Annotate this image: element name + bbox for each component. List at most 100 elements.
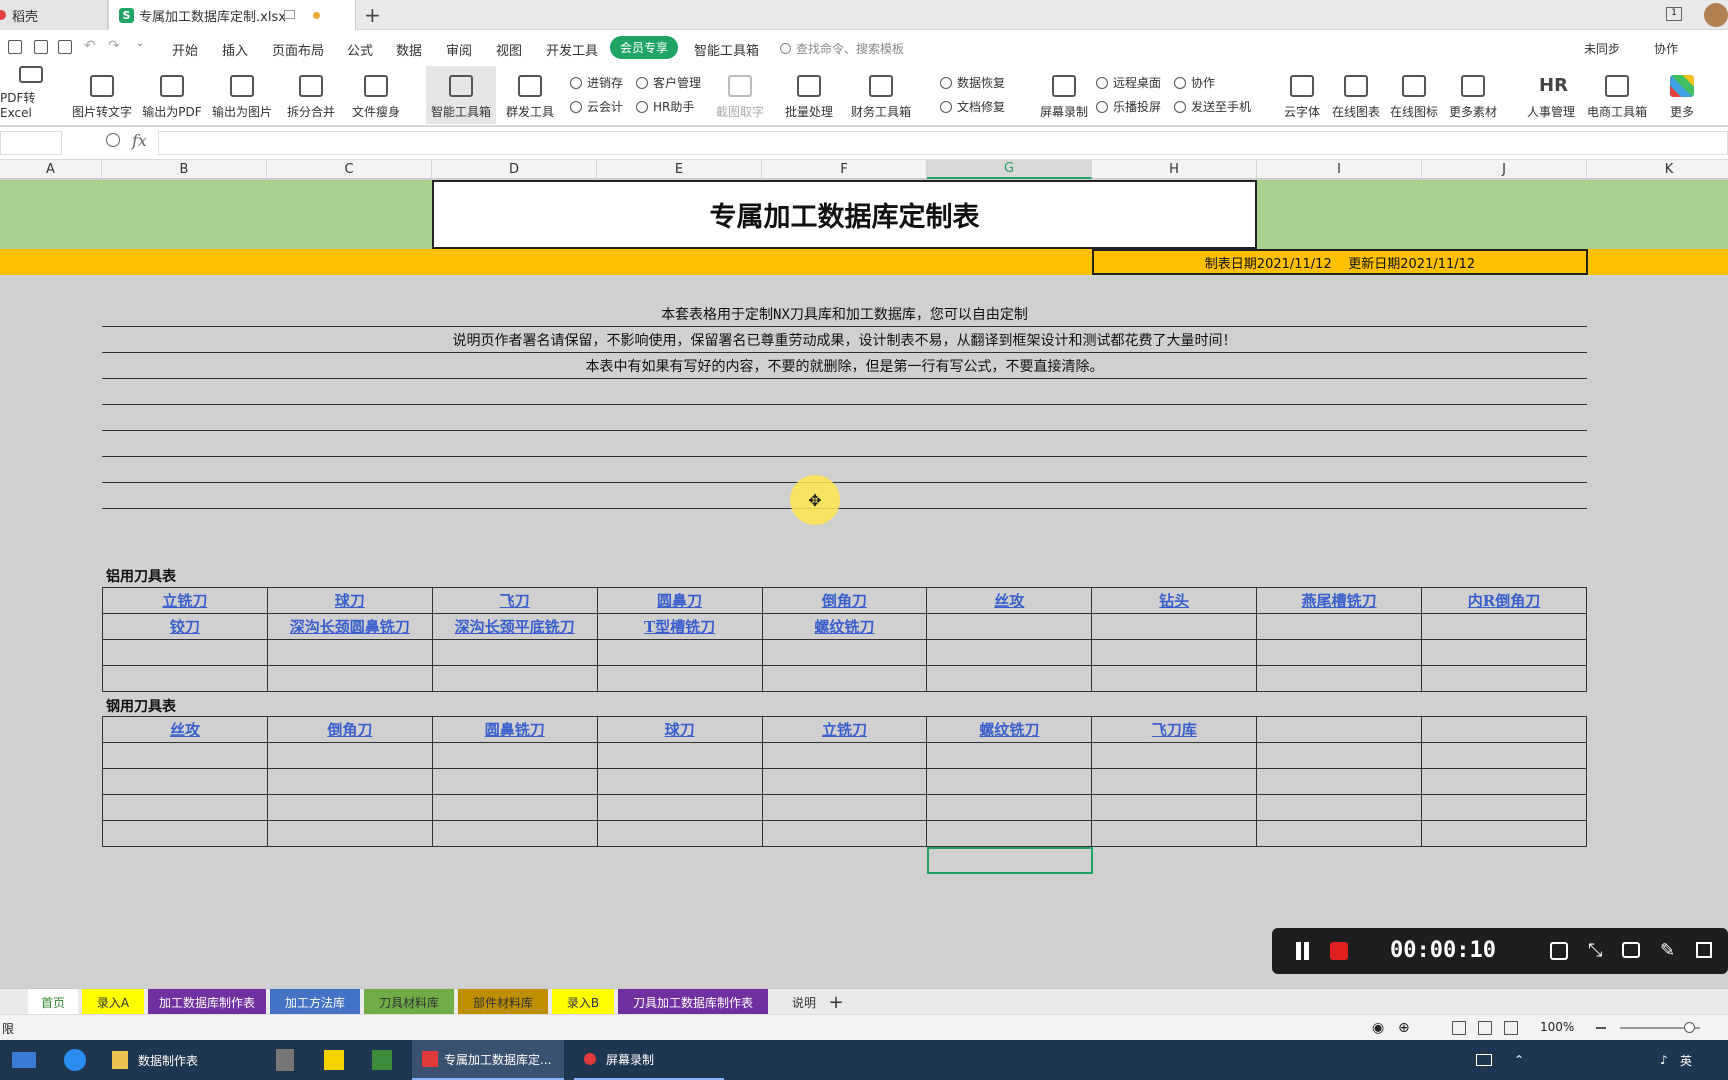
empty-cell[interactable] bbox=[266, 742, 433, 769]
sync-status[interactable]: 未同步 bbox=[1584, 40, 1620, 57]
menu-vip[interactable]: 会员专享 bbox=[610, 36, 679, 59]
remote-desktop-button[interactable]: 远程桌面 bbox=[1096, 74, 1161, 91]
command-search[interactable]: 查找命令、搜索模板 bbox=[780, 40, 904, 57]
empty-cell[interactable] bbox=[1256, 665, 1422, 692]
export-image-button[interactable]: 输出为图片 bbox=[210, 66, 274, 124]
empty-cell[interactable] bbox=[1091, 820, 1258, 847]
sheet-tab[interactable]: 刀具材料库 bbox=[364, 989, 454, 1015]
empty-cell[interactable] bbox=[266, 768, 433, 795]
eye-protection-icon[interactable]: ◉ bbox=[1372, 1020, 1384, 1036]
empty-cell[interactable] bbox=[266, 665, 433, 692]
tool-link-cell[interactable]: 立铣刀 bbox=[102, 587, 268, 614]
sheet-tab[interactable]: 首页 bbox=[28, 989, 78, 1015]
empty-cell[interactable] bbox=[266, 794, 433, 821]
note-line-2[interactable]: 说明页作者署名请保留，不影响使用，保留署名已尊重劳动成果，设计制表不易，从翻译到… bbox=[102, 330, 1587, 350]
col-header-a[interactable]: A bbox=[0, 160, 102, 179]
note-line-1[interactable]: 本套表格用于定制NX刀具库和加工数据库，您可以自由定制 bbox=[102, 304, 1587, 324]
camera-icon[interactable] bbox=[1622, 942, 1640, 958]
col-header-h[interactable]: H bbox=[1092, 160, 1257, 179]
empty-cell[interactable] bbox=[761, 768, 928, 795]
formula-input[interactable] bbox=[158, 131, 1728, 155]
menu-review[interactable]: 审阅 bbox=[446, 40, 472, 59]
page-break-view-icon[interactable] bbox=[1504, 1021, 1518, 1035]
name-box[interactable] bbox=[0, 131, 62, 155]
tool-link-cell[interactable]: 丝攻 bbox=[102, 716, 268, 743]
calculator-icon[interactable] bbox=[276, 1040, 294, 1080]
input-method-icon[interactable] bbox=[1476, 1040, 1492, 1080]
empty-cell[interactable] bbox=[431, 794, 598, 821]
menu-home[interactable]: 开始 bbox=[172, 40, 198, 59]
hr-assistant-button[interactable]: HR助手 bbox=[636, 98, 694, 115]
tab-workbook[interactable]: S 专属加工数据库定制.xlsx bbox=[108, 0, 356, 30]
tool-link-cell[interactable]: 球刀 bbox=[596, 716, 763, 743]
empty-cell[interactable] bbox=[431, 820, 598, 847]
empty-cell[interactable] bbox=[1091, 794, 1258, 821]
col-header-k[interactable]: K bbox=[1587, 160, 1728, 179]
empty-cell[interactable] bbox=[1256, 768, 1423, 795]
image-to-text-button[interactable]: 图片转文字 bbox=[70, 66, 134, 124]
empty-cell[interactable] bbox=[596, 665, 763, 692]
empty-cell[interactable] bbox=[266, 820, 433, 847]
empty-cell[interactable] bbox=[1421, 716, 1587, 743]
screenshot-ocr-button[interactable]: 截图取字 bbox=[710, 66, 770, 124]
col-header-j[interactable]: J bbox=[1422, 160, 1587, 179]
cloud-accounting-button[interactable]: 云会计 bbox=[570, 98, 623, 115]
empty-cell[interactable] bbox=[1256, 820, 1423, 847]
empty-cell[interactable] bbox=[761, 742, 928, 769]
empty-cell[interactable] bbox=[596, 794, 763, 821]
shrink-icon[interactable]: ⤡ bbox=[1588, 940, 1602, 961]
taskbar-item-workbook[interactable]: 专属加工数据库定... bbox=[412, 1040, 564, 1080]
ime-indicator[interactable]: 英 bbox=[1680, 1040, 1692, 1080]
empty-cell[interactable] bbox=[102, 742, 268, 769]
empty-cell[interactable] bbox=[596, 820, 763, 847]
empty-cell[interactable] bbox=[1091, 665, 1258, 692]
empty-cell[interactable] bbox=[926, 768, 1093, 795]
volume-icon[interactable]: ♪ bbox=[1660, 1040, 1668, 1080]
empty-cell[interactable] bbox=[102, 639, 268, 666]
empty-cell[interactable] bbox=[1421, 613, 1587, 640]
empty-cell[interactable] bbox=[926, 665, 1093, 692]
empty-cell[interactable] bbox=[431, 742, 598, 769]
app-icon[interactable] bbox=[372, 1040, 392, 1080]
file-slim-button[interactable]: 文件瘦身 bbox=[348, 66, 404, 124]
save-icon[interactable] bbox=[8, 40, 22, 54]
empty-cell[interactable] bbox=[431, 665, 598, 692]
batch-process-button[interactable]: 批量处理 bbox=[778, 66, 840, 124]
page-layout-view-icon[interactable] bbox=[1478, 1021, 1492, 1035]
avatar[interactable] bbox=[1704, 3, 1728, 27]
tool-link-cell[interactable]: 燕尾槽铣刀 bbox=[1256, 587, 1422, 614]
zoom-slider-thumb[interactable] bbox=[1684, 1022, 1695, 1033]
print-preview-icon[interactable] bbox=[58, 40, 72, 54]
empty-cell[interactable] bbox=[761, 639, 928, 666]
menu-formula[interactable]: 公式 bbox=[347, 40, 373, 59]
more-assets-button[interactable]: 更多素材 bbox=[1444, 66, 1502, 124]
empty-cell[interactable] bbox=[102, 794, 268, 821]
tool-link-cell[interactable]: 钻头 bbox=[1091, 587, 1258, 614]
zoom-level[interactable]: 100% bbox=[1540, 1020, 1574, 1034]
window-count-icon[interactable]: 1 bbox=[1666, 7, 1682, 21]
zoom-out-icon[interactable] bbox=[1596, 1027, 1606, 1029]
tool-link-cell[interactable]: 圆鼻刀 bbox=[596, 587, 763, 614]
selected-cell[interactable] bbox=[927, 847, 1093, 874]
data-recovery-button[interactable]: 数据恢复 bbox=[940, 74, 1005, 91]
empty-cell[interactable] bbox=[1256, 639, 1422, 666]
empty-cell[interactable] bbox=[266, 639, 433, 666]
empty-cell[interactable] bbox=[596, 639, 763, 666]
browser-icon[interactable] bbox=[64, 1040, 86, 1080]
page-title[interactable]: 专属加工数据库定制表 bbox=[432, 180, 1257, 249]
col-header-e[interactable]: E bbox=[597, 160, 762, 179]
steel-table-label[interactable]: 钢用刀具表 bbox=[106, 696, 176, 716]
empty-cell[interactable] bbox=[596, 768, 763, 795]
new-tab-button[interactable]: + bbox=[364, 0, 381, 30]
sheet-tab[interactable]: 加工方法库 bbox=[270, 989, 360, 1015]
tool-link-cell[interactable]: 内R倒角刀 bbox=[1421, 587, 1587, 614]
col-header-g[interactable]: G bbox=[927, 160, 1092, 179]
sheet-tab[interactable]: 刀具加工数据库制作表 bbox=[618, 989, 768, 1015]
col-header-b[interactable]: B bbox=[102, 160, 267, 179]
doc-repair-button[interactable]: 文档修复 bbox=[940, 98, 1005, 115]
sheet-tab[interactable]: 录入B bbox=[552, 989, 614, 1015]
tool-link-cell[interactable]: 球刀 bbox=[266, 587, 433, 614]
hr-management-button[interactable]: HR 人事管理 bbox=[1522, 66, 1580, 124]
redo-icon[interactable]: ↷ bbox=[108, 38, 120, 54]
empty-cell[interactable] bbox=[926, 639, 1093, 666]
